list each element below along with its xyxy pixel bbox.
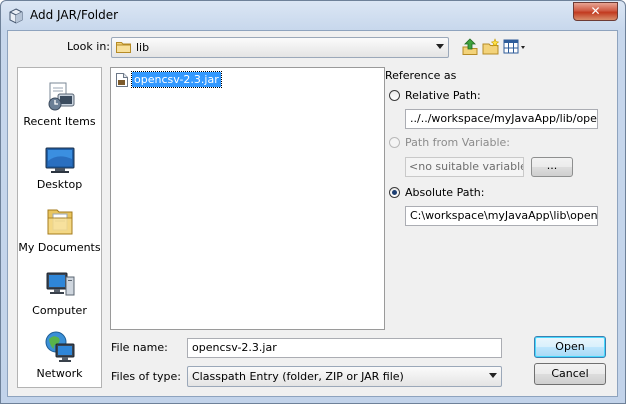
files-of-type-value: Classpath Entry (folder, ZIP or JAR file…: [192, 370, 404, 383]
app-icon: [9, 8, 23, 24]
view-menu-icon[interactable]: [503, 38, 527, 56]
path-from-variable-label: Path from Variable:: [405, 136, 510, 149]
jar-file-icon: [116, 72, 128, 87]
path-from-variable-option: Path from Variable:: [389, 136, 510, 149]
radio-button: [389, 137, 400, 148]
variable-field: <no suitable variable>: [405, 157, 524, 177]
title-bar[interactable]: Add JAR/Folder ✕: [1, 1, 626, 31]
place-label: My Documents: [18, 241, 101, 254]
radio-button[interactable]: [389, 90, 400, 101]
cancel-button[interactable]: Cancel: [534, 363, 606, 385]
chevron-down-icon: [489, 373, 497, 378]
files-of-type-label: Files of type:: [111, 370, 182, 383]
browse-variable-button[interactable]: ...: [531, 157, 573, 177]
close-button[interactable]: ✕: [573, 2, 618, 21]
absolute-path-field[interactable]: C:\workspace\myJavaApp\lib\opencsv-2.3.j…: [405, 206, 598, 226]
radio-button[interactable]: [389, 187, 400, 198]
my-documents-icon: [47, 209, 72, 235]
chevron-down-icon: [436, 44, 444, 49]
look-in-value: lib: [136, 41, 150, 54]
place-network[interactable]: Network: [18, 330, 101, 380]
place-label: Recent Items: [23, 115, 96, 128]
absolute-path-option[interactable]: Absolute Path:: [389, 186, 484, 199]
place-my-documents[interactable]: My Documents: [18, 206, 101, 254]
place-recent-items[interactable]: Recent Items: [18, 80, 101, 128]
file-name-label: opencsv-2.3.jar: [131, 71, 222, 88]
up-folder-icon[interactable]: [461, 38, 479, 56]
places-bar: Recent Items Desktop My Documents Comput…: [17, 67, 102, 388]
place-desktop[interactable]: Desktop: [18, 145, 101, 191]
computer-icon: [46, 272, 74, 296]
relative-path-option[interactable]: Relative Path:: [389, 89, 481, 102]
desktop-icon: [45, 147, 74, 173]
place-computer[interactable]: Computer: [18, 269, 101, 317]
open-button[interactable]: Open: [534, 336, 606, 358]
absolute-path-label: Absolute Path:: [405, 186, 485, 199]
file-name-label: File name:: [111, 341, 168, 354]
place-label: Computer: [32, 304, 87, 317]
list-item[interactable]: opencsv-2.3.jar: [116, 71, 222, 88]
relative-path-label: Relative Path:: [405, 89, 481, 102]
window-title: Add JAR/Folder: [30, 8, 119, 22]
relative-path-field[interactable]: ../../workspace/myJavaApp/lib/opencsv-2.…: [405, 109, 598, 129]
place-label: Network: [36, 367, 83, 380]
place-label: Desktop: [36, 178, 83, 191]
look-in-label: Look in:: [67, 40, 110, 53]
reference-as-heading: Reference as: [385, 69, 457, 82]
close-icon: ✕: [590, 4, 601, 18]
recent-items-icon: [48, 82, 74, 111]
network-icon: [45, 331, 74, 362]
file-list[interactable]: opencsv-2.3.jar: [110, 67, 385, 330]
look-in-combo[interactable]: lib: [111, 37, 449, 58]
files-of-type-combo[interactable]: Classpath Entry (folder, ZIP or JAR file…: [187, 366, 502, 387]
file-name-input[interactable]: opencsv-2.3.jar: [187, 338, 502, 358]
new-folder-icon[interactable]: [482, 38, 500, 56]
folder-icon: [116, 42, 131, 53]
